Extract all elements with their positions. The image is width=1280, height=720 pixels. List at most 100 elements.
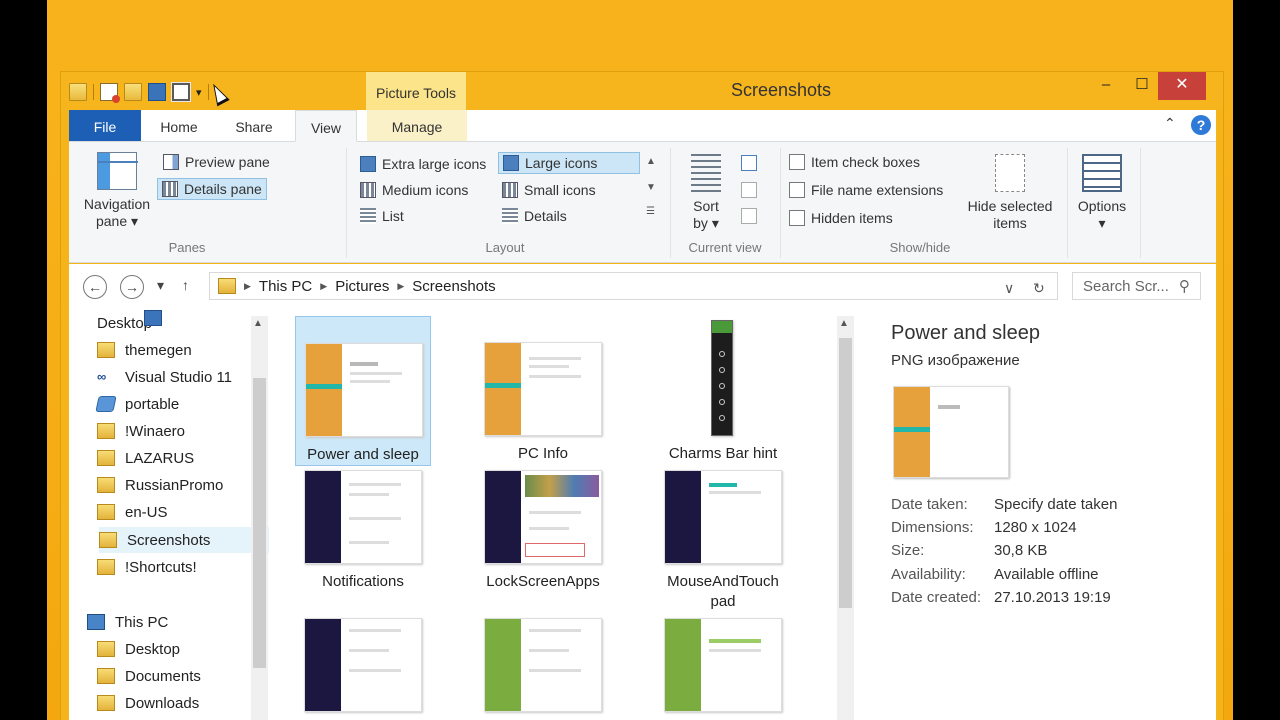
options-button[interactable]: Options ▾ — [1072, 154, 1132, 232]
address-dropdown-icon[interactable]: ∨ — [1004, 280, 1014, 297]
file-name: Notifications — [322, 573, 404, 590]
tab-view[interactable]: View — [295, 110, 357, 142]
breadcrumb-chevron-icon[interactable]: ▶ — [244, 281, 251, 292]
nav-item-screenshots[interactable]: Screenshots — [99, 527, 269, 553]
scroll-up-icon[interactable]: ▲ — [839, 318, 849, 329]
file-item-mouseandtouchpad[interactable]: MouseAndTouch pad — [655, 444, 791, 610]
breadcrumb-chevron-icon[interactable]: ▶ — [320, 281, 327, 292]
nav-item-desktop[interactable]: Desktop — [97, 310, 257, 336]
rename-icon[interactable] — [148, 83, 166, 101]
file-name-extensions-checkbox[interactable]: File name extensions — [785, 179, 947, 201]
refresh-icon[interactable]: ↻ — [1033, 280, 1045, 297]
file-item[interactable] — [295, 592, 431, 720]
nav-item-themegen[interactable]: themegen — [97, 337, 257, 363]
details-thumbnail — [893, 386, 1009, 478]
folder-icon — [99, 532, 117, 548]
layout-more-icon[interactable]: ☰ — [646, 206, 655, 217]
nav-item-portable[interactable]: portable — [95, 391, 257, 417]
collapse-ribbon-icon[interactable]: ⌃ — [1164, 115, 1176, 132]
nav-item-en-us[interactable]: en-US — [97, 499, 257, 525]
preview-pane-icon[interactable] — [171, 82, 191, 102]
nav-item-documents[interactable]: Documents — [97, 663, 257, 689]
nav-item-this-pc[interactable]: This PC — [87, 609, 247, 635]
properties-icon[interactable] — [100, 83, 120, 103]
nav-pane-scrollbar[interactable]: ▲ — [251, 316, 268, 720]
list-button[interactable]: List — [356, 205, 408, 227]
folder-icon — [97, 504, 115, 520]
customize-toolbar-chevron-icon[interactable]: ▾ — [196, 86, 202, 99]
size-columns-icon[interactable] — [741, 208, 757, 224]
breadcrumb-screenshots[interactable]: Screenshots — [412, 278, 495, 295]
nav-item-downloads[interactable]: Downloads — [97, 690, 257, 716]
nav-item-shortcuts[interactable]: !Shortcuts! — [97, 554, 257, 580]
scroll-up-icon[interactable]: ▲ — [253, 318, 263, 329]
tab-file[interactable]: File — [69, 110, 141, 141]
new-folder-icon[interactable] — [124, 83, 142, 101]
large-icons-button[interactable]: Large icons — [498, 152, 640, 174]
forward-button[interactable]: → — [120, 275, 144, 299]
layout-scroll-up-icon[interactable]: ▲ — [646, 156, 656, 167]
breadcrumb-pictures[interactable]: Pictures — [335, 278, 389, 295]
back-button[interactable]: ← — [83, 275, 107, 299]
group-by-icon[interactable] — [741, 155, 757, 171]
layout-scroll-down-icon[interactable]: ▼ — [646, 182, 656, 193]
content-area: Desktop themegen ∞ Visual Studio 11 port… — [69, 310, 1216, 720]
up-button[interactable]: ↑ — [182, 277, 189, 293]
nav-item-winaero[interactable]: !Winaero — [97, 418, 257, 444]
breadcrumb-chevron-icon[interactable]: ▶ — [397, 281, 404, 292]
hide-selected-items-button[interactable]: Hide selected items — [957, 154, 1063, 232]
nav-item-russianpromo[interactable]: RussianPromo — [97, 472, 257, 498]
nav-item-lazarus[interactable]: LAZARUS — [97, 445, 257, 471]
file-thumbnail — [664, 618, 782, 712]
tab-share[interactable]: Share — [228, 110, 280, 141]
navigation-pane-icon — [97, 152, 138, 190]
address-bar[interactable]: ▶ This PC ▶ Pictures ▶ Screenshots ∨ ↻ — [209, 272, 1058, 300]
address-row: ← → ▾ ↑ ▶ This PC ▶ Pictures ▶ Screensho… — [69, 264, 1216, 316]
group-separator — [346, 148, 347, 258]
scrollbar-thumb[interactable] — [839, 338, 852, 608]
folder-icon[interactable] — [69, 83, 87, 101]
file-item-notifications[interactable]: Notifications — [295, 444, 431, 594]
navigation-pane: Desktop themegen ∞ Visual Studio 11 port… — [69, 310, 281, 720]
tab-home[interactable]: Home — [151, 110, 207, 141]
details-title: Power and sleep — [891, 322, 1040, 344]
nav-item-visual-studio[interactable]: ∞ Visual Studio 11 — [97, 364, 257, 390]
file-name: LockScreenApps — [486, 573, 600, 590]
details-file-type: PNG изображение — [891, 352, 1020, 369]
file-item[interactable] — [655, 592, 791, 720]
file-thumbnail — [304, 470, 422, 564]
add-columns-icon[interactable] — [741, 182, 757, 198]
preview-pane-button[interactable]: Preview pane — [159, 151, 274, 173]
maximize-button[interactable]: ☐ — [1125, 72, 1159, 100]
scrollbar-thumb[interactable] — [253, 378, 266, 668]
search-icon[interactable]: ⚲ — [1179, 277, 1190, 295]
toolbar-separator — [93, 84, 94, 100]
checkbox-box — [789, 182, 805, 198]
medium-icons-button[interactable]: Medium icons — [356, 179, 472, 201]
details-pane-button[interactable]: Details pane — [157, 178, 267, 200]
search-input[interactable]: Search Scr... ⚲ — [1072, 272, 1201, 300]
title-bar: Screenshots ▾ Picture Tools ‒ ☐ ✕ — [61, 72, 1223, 112]
folder-icon — [97, 450, 115, 466]
item-check-boxes-checkbox[interactable]: Item check boxes — [785, 151, 924, 173]
help-icon[interactable]: ? — [1191, 115, 1211, 135]
recent-locations-chevron-icon[interactable]: ▾ — [157, 277, 164, 294]
folder-icon — [97, 342, 115, 358]
group-separator — [1067, 148, 1068, 258]
minimize-button[interactable]: ‒ — [1089, 72, 1123, 100]
nav-item-pc-desktop[interactable]: Desktop — [97, 636, 257, 662]
close-button[interactable]: ✕ — [1158, 72, 1206, 100]
hidden-items-checkbox[interactable]: Hidden items — [785, 207, 897, 229]
sort-by-button[interactable]: Sort by ▾ — [681, 154, 731, 232]
navigation-pane-button[interactable]: Navigation pane ▾ — [79, 152, 155, 230]
file-item[interactable] — [475, 592, 611, 720]
tab-manage[interactable]: Manage — [367, 110, 467, 141]
breadcrumb-this-pc[interactable]: This PC — [259, 278, 312, 295]
preview-pane-icon — [163, 154, 179, 170]
small-icons-button[interactable]: Small icons — [498, 179, 600, 201]
file-item-lockscreenapps[interactable]: LockScreenApps — [475, 444, 611, 594]
details-row-dimensions: Dimensions: 1280 x 1024 — [891, 519, 1077, 536]
extra-large-icons-button[interactable]: Extra large icons — [356, 153, 490, 175]
file-list-scrollbar[interactable]: ▲ — [837, 316, 854, 720]
details-view-button[interactable]: Details — [498, 205, 571, 227]
